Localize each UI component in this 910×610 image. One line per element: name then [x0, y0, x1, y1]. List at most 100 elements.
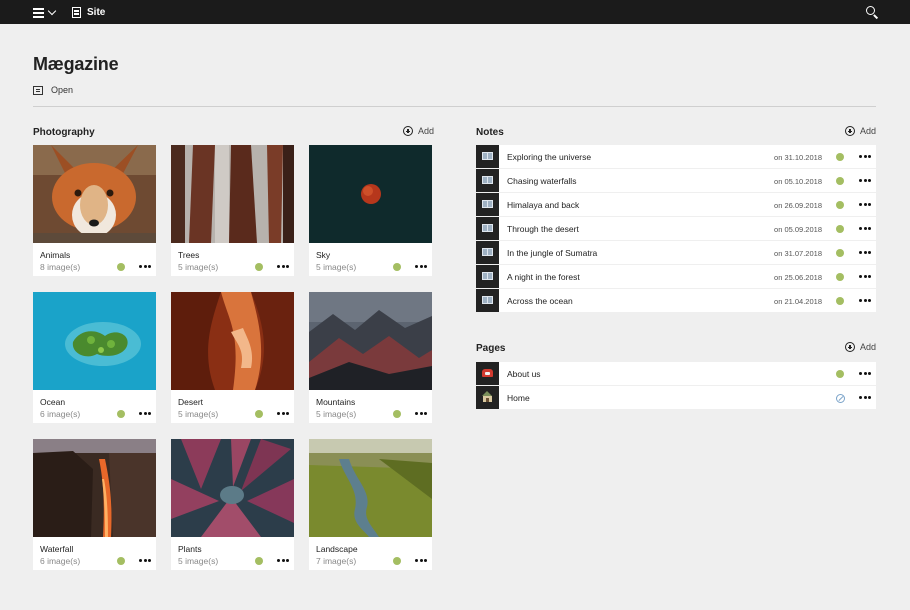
- album-name: Sky: [316, 250, 331, 260]
- more-options-icon[interactable]: [415, 559, 427, 563]
- page-title: Mægazine: [33, 54, 119, 74]
- album-card-waterfall[interactable]: Waterfall 6 image(s): [33, 439, 156, 570]
- note-row[interactable]: Exploring the universe on 31.10.2018: [476, 145, 876, 168]
- status-published-icon: [393, 557, 401, 565]
- album-name: Waterfall: [40, 544, 74, 554]
- chevron-down-icon: [47, 6, 57, 16]
- status-published-icon: [117, 557, 125, 565]
- album-name: Animals: [40, 250, 71, 260]
- album-name: Trees: [178, 250, 200, 260]
- more-options-icon[interactable]: [859, 372, 871, 376]
- album-thumbnail: [171, 145, 294, 243]
- more-options-icon[interactable]: [859, 203, 871, 207]
- note-row[interactable]: Through the desert on 05.09.2018: [476, 217, 876, 240]
- album-thumbnail: [33, 292, 156, 390]
- site-link[interactable]: Site: [72, 6, 105, 19]
- more-options-icon[interactable]: [277, 265, 289, 269]
- note-date: on 05.10.2018: [774, 177, 822, 186]
- more-options-icon[interactable]: [415, 265, 427, 269]
- album-thumbnail: [33, 145, 156, 243]
- album-count: 5 image(s): [178, 262, 219, 272]
- book-icon: [482, 200, 493, 208]
- album-thumbnail: [171, 292, 294, 390]
- more-options-icon[interactable]: [859, 227, 871, 231]
- notes-add-button[interactable]: Add: [845, 126, 876, 136]
- more-options-icon[interactable]: [859, 299, 871, 303]
- album-card-desert[interactable]: Desert 5 image(s): [171, 292, 294, 423]
- note-row[interactable]: A night in the forest on 25.06.2018: [476, 265, 876, 288]
- status-published-icon: [836, 273, 844, 281]
- more-options-icon[interactable]: [859, 179, 871, 183]
- album-count: 5 image(s): [178, 409, 219, 419]
- telephone-icon: [482, 369, 493, 377]
- status-published-icon: [836, 225, 844, 233]
- pages-add-button[interactable]: Add: [845, 342, 876, 352]
- album-name: Plants: [178, 544, 202, 554]
- more-options-icon[interactable]: [277, 559, 289, 563]
- more-options-icon[interactable]: [859, 396, 871, 400]
- album-count: 5 image(s): [316, 409, 357, 419]
- album-card-landscape[interactable]: Landscape 7 image(s): [309, 439, 432, 570]
- more-options-icon[interactable]: [139, 265, 151, 269]
- menu-button[interactable]: [33, 6, 57, 18]
- book-icon: [482, 152, 493, 160]
- status-published-icon: [836, 177, 844, 185]
- more-options-icon[interactable]: [415, 412, 427, 416]
- page-row-about-us[interactable]: About us: [476, 362, 876, 385]
- status-published-icon: [836, 153, 844, 161]
- more-options-icon[interactable]: [139, 412, 151, 416]
- book-icon: [482, 272, 493, 280]
- page-title-label: About us: [507, 369, 541, 379]
- add-circle-icon: [845, 342, 855, 352]
- book-icon: [482, 296, 493, 304]
- open-window-icon: [33, 85, 43, 95]
- open-link[interactable]: Open: [33, 85, 73, 95]
- note-row[interactable]: Chasing waterfalls on 05.10.2018: [476, 169, 876, 192]
- status-published-icon: [393, 410, 401, 418]
- album-card-ocean[interactable]: Ocean 6 image(s): [33, 292, 156, 423]
- status-published-icon: [836, 249, 844, 257]
- status-published-icon: [393, 263, 401, 271]
- more-options-icon[interactable]: [139, 559, 151, 563]
- album-thumbnail: [309, 439, 432, 537]
- album-count: 7 image(s): [316, 556, 357, 566]
- photography-add-button[interactable]: Add: [403, 126, 434, 136]
- page-title-label: Home: [507, 393, 530, 403]
- album-card-mountains[interactable]: Mountains 5 image(s): [309, 292, 432, 423]
- album-name: Mountains: [316, 397, 356, 407]
- album-card-trees[interactable]: Trees 5 image(s): [171, 145, 294, 276]
- more-options-icon[interactable]: [277, 412, 289, 416]
- album-card-animals[interactable]: Animals 8 image(s): [33, 145, 156, 276]
- status-published-icon: [117, 410, 125, 418]
- status-published-icon: [255, 263, 263, 271]
- note-row[interactable]: In the jungle of Sumatra on 31.07.2018: [476, 241, 876, 264]
- status-unpublished-icon: [836, 394, 845, 403]
- photography-title: Photography: [33, 127, 95, 138]
- note-row[interactable]: Across the ocean on 21.04.2018: [476, 289, 876, 312]
- add-label: Add: [418, 126, 435, 136]
- note-title: Chasing waterfalls: [507, 176, 577, 186]
- album-card-sky[interactable]: Sky 5 image(s): [309, 145, 432, 276]
- note-date: on 25.06.2018: [774, 273, 822, 282]
- album-thumbnail: [171, 439, 294, 537]
- add-label: Add: [860, 342, 877, 352]
- album-thumbnail: [309, 292, 432, 390]
- open-label: Open: [51, 85, 74, 95]
- album-count: 5 image(s): [316, 262, 357, 272]
- note-title: A night in the forest: [507, 272, 580, 282]
- note-title: Himalaya and back: [507, 200, 580, 210]
- search-button[interactable]: [866, 6, 879, 19]
- album-count: 5 image(s): [178, 556, 219, 566]
- house-icon: [482, 391, 492, 402]
- album-thumbnail: [309, 145, 432, 243]
- note-date: on 26.09.2018: [774, 201, 822, 210]
- album-count: 8 image(s): [40, 262, 81, 272]
- more-options-icon[interactable]: [859, 275, 871, 279]
- status-published-icon: [255, 410, 263, 418]
- note-row[interactable]: Himalaya and back on 26.09.2018: [476, 193, 876, 216]
- more-options-icon[interactable]: [859, 155, 871, 159]
- divider: [33, 106, 876, 107]
- more-options-icon[interactable]: [859, 251, 871, 255]
- album-card-plants[interactable]: Plants 5 image(s): [171, 439, 294, 570]
- page-row-home[interactable]: Home: [476, 386, 876, 409]
